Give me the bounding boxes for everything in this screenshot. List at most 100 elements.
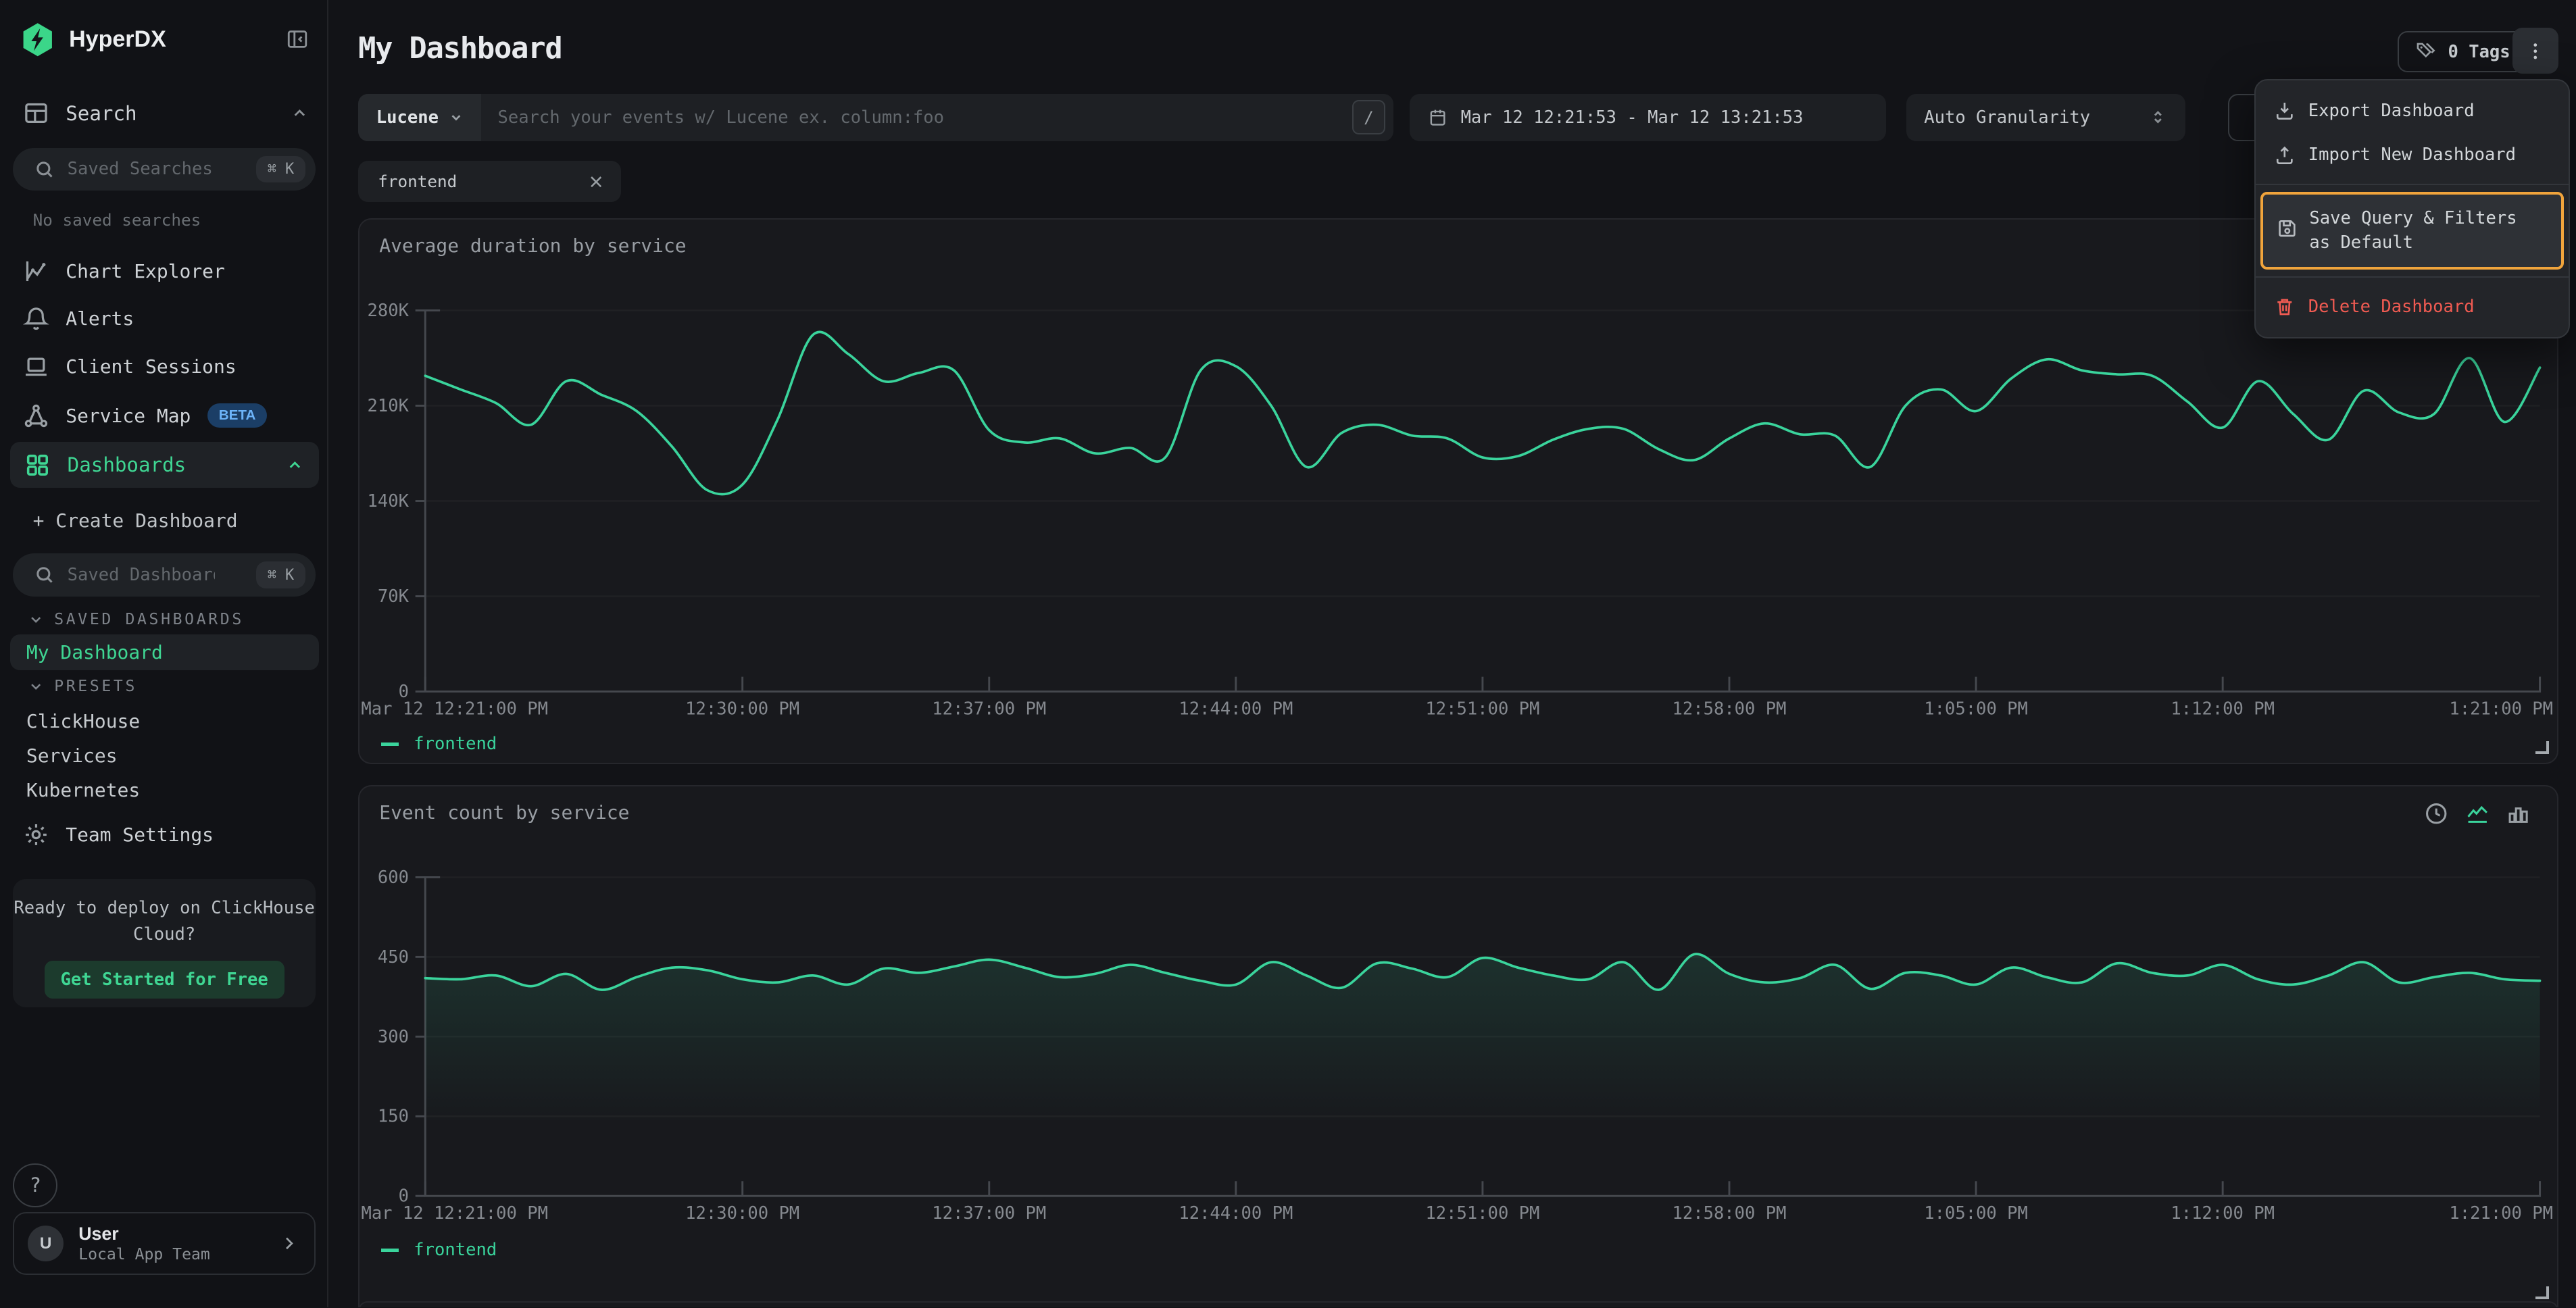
no-saved-searches: No saved searches: [0, 207, 328, 233]
svg-text:12:37:00 PM: 12:37:00 PM: [932, 699, 1046, 719]
beta-badge: BETA: [207, 403, 268, 428]
sidebar-item-search[interactable]: Search: [0, 92, 328, 134]
clock-icon[interactable]: [2424, 801, 2448, 826]
bar-chart-icon[interactable]: [2506, 801, 2530, 826]
chevron-down-icon: [28, 678, 44, 695]
chart-title: Event count by service: [379, 801, 629, 824]
sidebar-item-service-map[interactable]: Service Map BETA: [0, 395, 328, 437]
menu-item-delete-dashboard[interactable]: Delete Dashboard: [2256, 284, 2569, 329]
preset-kubernetes[interactable]: Kubernetes: [0, 774, 328, 807]
sidebar-item-label: Team Settings: [66, 824, 214, 846]
sidebar-item-my-dashboard[interactable]: My Dashboard: [10, 634, 319, 670]
svg-text:140K: 140K: [368, 491, 410, 511]
sidebar-item-label: Alerts: [66, 307, 134, 330]
event-search-input[interactable]: [497, 107, 1352, 128]
hyperdx-logo-icon: [20, 22, 55, 57]
create-dashboard-button[interactable]: + Create Dashboard: [0, 503, 328, 538]
svg-text:12:58:00 PM: 12:58:00 PM: [1673, 1203, 1787, 1224]
kebab-menu-button[interactable]: [2512, 28, 2558, 74]
user-card[interactable]: U User Local App Team: [13, 1212, 315, 1274]
chevron-down-icon: [449, 110, 464, 125]
chevron-up-icon[interactable]: [286, 456, 304, 474]
saved-dashboards-section[interactable]: SAVED DASHBOARDS: [0, 608, 328, 631]
granularity-select[interactable]: Auto Granularity: [1906, 94, 2185, 142]
panel-resize-handle[interactable]: [2535, 1286, 2548, 1299]
menu-divider: [2256, 184, 2569, 185]
table-icon: [23, 100, 49, 126]
sidebar-item-label: Client Sessions: [66, 355, 236, 378]
menu-item-import-dashboard[interactable]: Import New Dashboard: [2256, 133, 2569, 178]
chart-toolbar: [2424, 801, 2531, 826]
saved-dashboards-input[interactable]: [68, 565, 216, 585]
date-range-picker[interactable]: Mar 12 12:21:53 - Mar 12 13:21:53: [1410, 94, 1886, 142]
menu-item-save-default[interactable]: Save Query & Filters as Default: [2260, 192, 2563, 270]
bell-icon: [23, 305, 49, 332]
sidebar-item-chart-explorer[interactable]: Chart Explorer: [0, 250, 328, 293]
saved-dashboards-search[interactable]: ⌘ K: [13, 553, 315, 596]
preset-services[interactable]: Services: [0, 739, 328, 772]
legend-swatch: [381, 1249, 399, 1252]
service-map-icon: [23, 403, 49, 429]
search-icon: [34, 565, 54, 584]
presets-section[interactable]: PRESETS: [0, 675, 328, 698]
svg-text:12:44:00 PM: 12:44:00 PM: [1179, 699, 1293, 719]
svg-text:210K: 210K: [368, 396, 410, 416]
shortcut-kbd: ⌘ K: [256, 156, 306, 183]
calendar-icon: [1428, 107, 1447, 127]
sidebar-item-team-settings[interactable]: Team Settings: [0, 815, 328, 854]
grid-icon: [24, 452, 51, 478]
date-range-value: Mar 12 12:21:53 - Mar 12 13:21:53: [1461, 107, 1804, 128]
saved-searches-search[interactable]: ⌘ K: [13, 148, 315, 191]
download-icon: [2274, 100, 2296, 122]
app-root: HyperDX Search ⌘ K No saved searches Cha…: [0, 0, 2576, 1307]
sidebar-item-label: Dashboards: [68, 453, 187, 476]
line-chart-icon[interactable]: [2465, 801, 2490, 826]
svg-text:12:51:00 PM: 12:51:00 PM: [1425, 1203, 1539, 1224]
preset-clickhouse[interactable]: ClickHouse: [0, 705, 328, 738]
svg-text:1:21:00 PM: 1:21:00 PM: [2449, 1203, 2553, 1224]
svg-text:12:30:00 PM: 12:30:00 PM: [685, 1203, 799, 1224]
legend-label[interactable]: frontend: [414, 1240, 497, 1260]
sidebar-item-alerts[interactable]: Alerts: [0, 297, 328, 340]
saved-searches-input[interactable]: [68, 159, 216, 179]
granularity-value: Auto Granularity: [1924, 107, 2090, 128]
svg-text:12:30:00 PM: 12:30:00 PM: [685, 699, 799, 719]
menu-item-export-dashboard[interactable]: Export Dashboard: [2256, 89, 2569, 133]
panel-resize-handle[interactable]: [2535, 741, 2548, 754]
promo-text: Ready to deploy on ClickHouse: [13, 895, 315, 922]
tags-button[interactable]: 0 Tags: [2398, 31, 2528, 72]
svg-text:1:05:00 PM: 1:05:00 PM: [1924, 1203, 2028, 1224]
menu-divider: [2256, 276, 2569, 278]
svg-text:12:51:00 PM: 12:51:00 PM: [1425, 699, 1539, 719]
chevron-up-icon[interactable]: [291, 104, 309, 122]
dashboard-actions-menu: Export Dashboard Import New Dashboard Sa…: [2254, 79, 2570, 338]
sidebar-item-dashboards[interactable]: Dashboards: [10, 442, 319, 488]
svg-text:1:05:00 PM: 1:05:00 PM: [1924, 699, 2028, 719]
line-chart[interactable]: 070K140K210K280KMar 12 12:21:00 PM12:30:…: [360, 297, 2560, 724]
get-started-button[interactable]: Get Started for Free: [45, 961, 284, 999]
svg-text:70K: 70K: [378, 586, 410, 607]
shortcut-kbd: ⌘ K: [256, 561, 306, 588]
close-icon[interactable]: [588, 174, 604, 190]
chart-icon: [23, 258, 49, 284]
user-team: Local App Team: [78, 1246, 210, 1263]
query-language-select[interactable]: Lucene: [358, 94, 481, 142]
tags-icon: [2415, 41, 2437, 63]
filter-chip-frontend[interactable]: frontend: [358, 161, 621, 202]
chevron-down-icon: [28, 611, 44, 628]
chart-panel-event-count: Event count by service 0150300450600Mar …: [358, 785, 2558, 1307]
svg-text:12:37:00 PM: 12:37:00 PM: [932, 1203, 1046, 1224]
sidebar-collapse-icon[interactable]: [286, 28, 309, 51]
sidebar-item-client-sessions[interactable]: Client Sessions: [0, 345, 328, 388]
svg-text:1:12:00 PM: 1:12:00 PM: [2171, 1203, 2275, 1224]
svg-text:280K: 280K: [368, 301, 410, 321]
chart-panel-avg-duration: Average duration by service 070K140K210K…: [358, 218, 2558, 763]
line-chart[interactable]: 0150300450600Mar 12 12:21:00 PM12:30:00 …: [360, 864, 2560, 1229]
selector-icon: [2149, 108, 2167, 126]
gear-icon: [23, 822, 49, 848]
help-button[interactable]: ?: [13, 1163, 57, 1208]
svg-text:450: 450: [378, 947, 409, 967]
logo-row: HyperDX: [0, 20, 328, 59]
svg-text:1:12:00 PM: 1:12:00 PM: [2171, 699, 2275, 719]
legend-label[interactable]: frontend: [414, 734, 497, 754]
